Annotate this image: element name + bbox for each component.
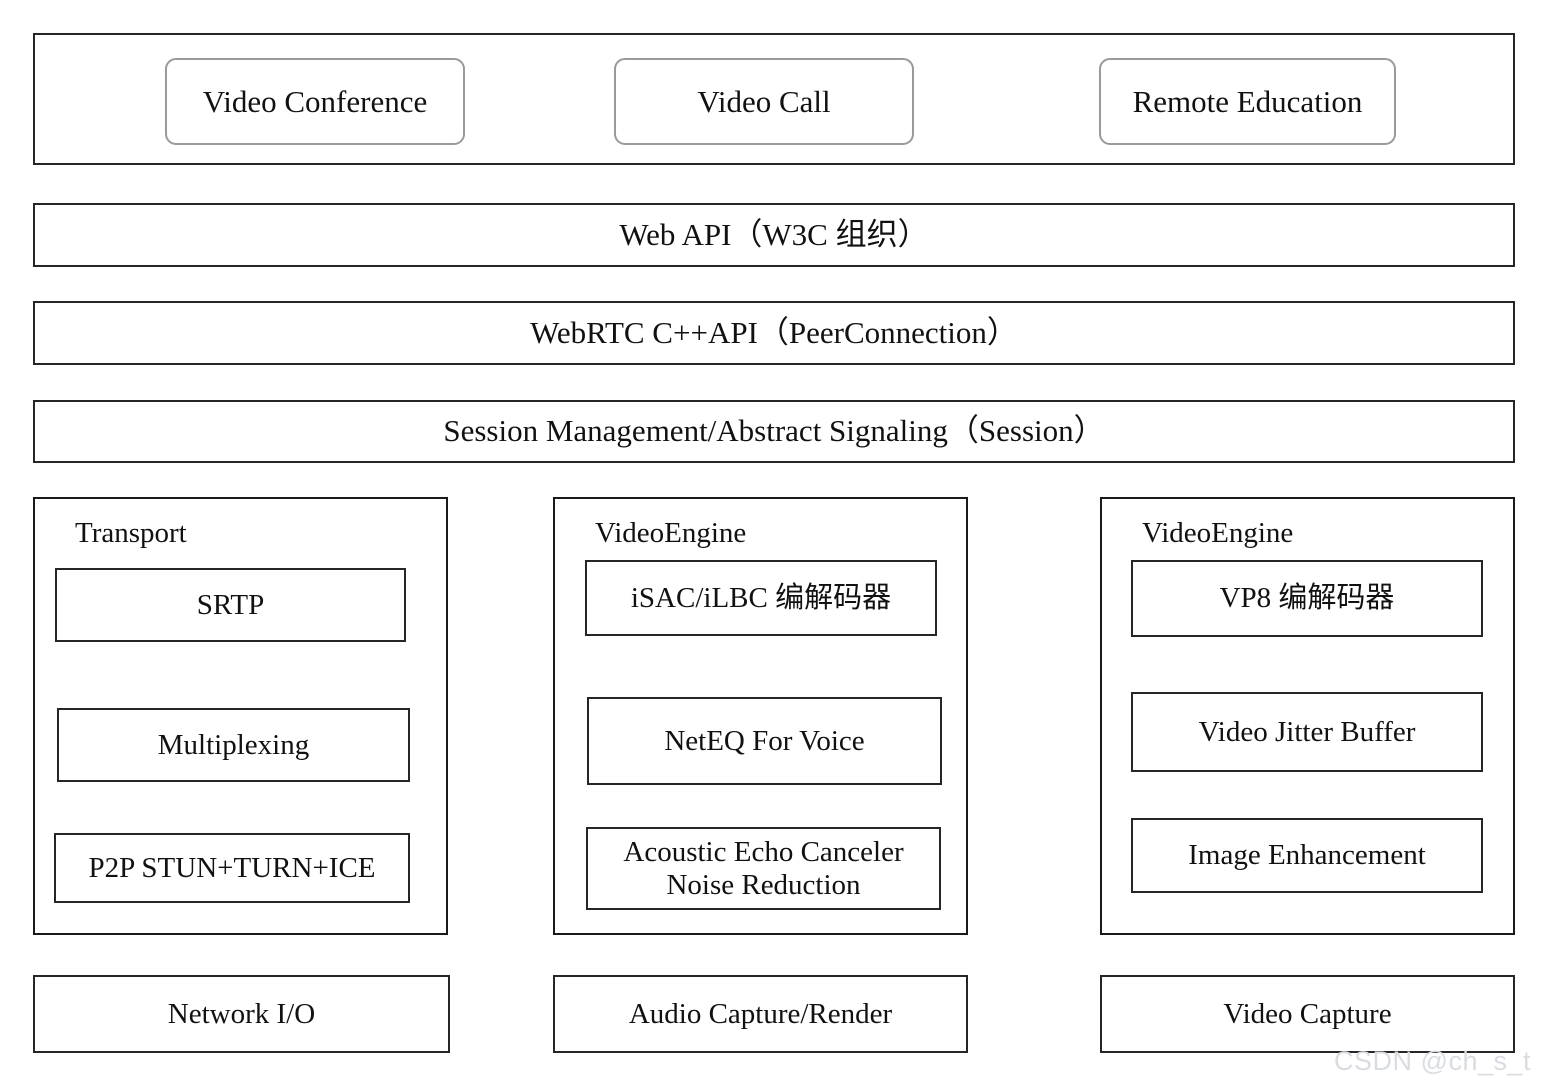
band-label: WebRTC C++API（PeerConnection）: [530, 314, 1018, 350]
band-web-api[interactable]: Web API（W3C 组织）: [33, 203, 1515, 267]
transport-item-p2p-stun-turn-ice[interactable]: P2P STUN+TURN+ICE: [54, 833, 410, 903]
app-box-label: Video Conference: [202, 83, 428, 119]
app-box-remote-education[interactable]: Remote Education: [1099, 58, 1396, 145]
band-session-management[interactable]: Session Management/Abstract Signaling（Se…: [33, 400, 1515, 463]
voice-engine-item-acoustic-echo-canceler[interactable]: Acoustic Echo Canceler Noise Reduction: [586, 827, 941, 910]
transport-item-srtp[interactable]: SRTP: [55, 568, 406, 642]
app-box-label: Remote Education: [1132, 83, 1363, 119]
item-label: P2P STUN+TURN+ICE: [88, 851, 376, 884]
transport-item-multiplexing[interactable]: Multiplexing: [57, 708, 410, 782]
band-webrtc-cpp-api[interactable]: WebRTC C++API（PeerConnection）: [33, 301, 1515, 365]
engine-column-caption: VideoEngine: [1142, 517, 1294, 549]
item-label: VP8 编解码器: [1219, 582, 1395, 615]
item-label: NetEQ For Voice: [664, 724, 865, 757]
voice-engine-item-neteq-for-voice[interactable]: NetEQ For Voice: [587, 697, 942, 785]
app-box-video-call[interactable]: Video Call: [614, 58, 914, 145]
capture-box-label: Network I/O: [167, 997, 316, 1030]
item-label: Video Jitter Buffer: [1198, 715, 1416, 748]
app-box-label: Video Call: [697, 83, 831, 119]
engine-column-caption: VideoEngine: [595, 517, 747, 549]
app-box-video-conference[interactable]: Video Conference: [165, 58, 465, 145]
item-label: SRTP: [196, 588, 265, 621]
band-label: Web API（W3C 组织）: [619, 216, 929, 252]
video-engine-item-vp8-codec[interactable]: VP8 编解码器: [1131, 560, 1483, 637]
capture-box-video-capture[interactable]: Video Capture: [1100, 975, 1515, 1053]
item-label: Image Enhancement: [1188, 839, 1426, 872]
capture-box-network-io[interactable]: Network I/O: [33, 975, 450, 1053]
band-label: Session Management/Abstract Signaling（Se…: [443, 413, 1105, 449]
item-label: iSAC/iLBC 编解码器: [630, 581, 892, 614]
engine-column-caption: Transport: [75, 517, 187, 549]
item-label: Acoustic Echo Canceler Noise Reduction: [623, 836, 904, 901]
item-label: Multiplexing: [157, 728, 310, 761]
capture-box-audio-capture-render[interactable]: Audio Capture/Render: [553, 975, 968, 1053]
capture-box-label: Audio Capture/Render: [628, 997, 893, 1030]
video-engine-item-image-enhancement[interactable]: Image Enhancement: [1131, 818, 1483, 893]
webrtc-architecture-diagram: Video Conference Video Call Remote Educa…: [0, 0, 1545, 1085]
capture-box-label: Video Capture: [1223, 997, 1392, 1030]
voice-engine-item-isac-ilbc-codec[interactable]: iSAC/iLBC 编解码器: [585, 560, 937, 636]
video-engine-item-video-jitter-buffer[interactable]: Video Jitter Buffer: [1131, 692, 1483, 772]
